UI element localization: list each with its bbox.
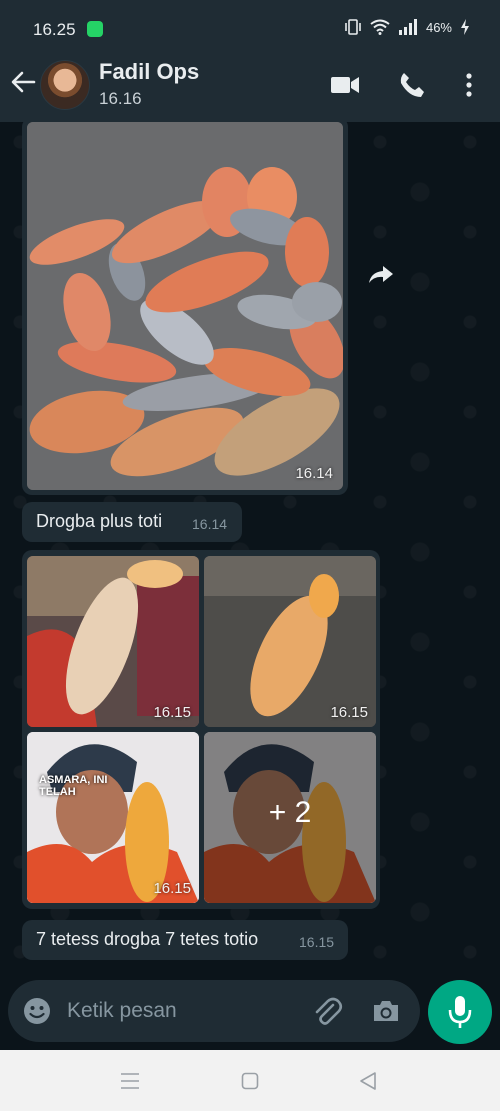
message-time: 16.15 [299, 934, 335, 950]
input-placeholder: Ketik pesan [67, 999, 177, 1022]
signal-icon [398, 19, 417, 35]
more-photos-count: + 2 [268, 796, 312, 829]
more-vert-icon[interactable] [454, 71, 484, 99]
vibrate-icon [345, 19, 361, 35]
wifi-icon [370, 19, 390, 35]
camera-icon[interactable] [371, 996, 401, 1026]
message-time: 16.14 [192, 516, 228, 532]
status-time: 16.25 [33, 20, 76, 39]
fish-photo-illustration [204, 556, 376, 727]
fish-photo-illustration [27, 556, 199, 727]
mic-icon [448, 996, 472, 1028]
message-input[interactable]: Ketik pesan [8, 980, 420, 1042]
emoji-icon[interactable] [22, 996, 52, 1026]
photo-overlay-text: ASMARA, INI TELAH [39, 774, 108, 798]
system-nav-bar [0, 1050, 500, 1111]
message-text: Drogba plus toti [36, 511, 163, 531]
status-bar: 16.25 46% [0, 0, 500, 55]
selfie-photo-illustration [27, 732, 199, 903]
charging-icon [461, 19, 469, 35]
contact-name[interactable]: Fadil Ops [99, 59, 199, 85]
text-message[interactable]: Drogba plus toti 16.14 [22, 502, 242, 542]
forward-icon[interactable] [367, 260, 395, 288]
video-call-icon[interactable] [330, 71, 360, 99]
fish-photo[interactable]: 16.14 [27, 122, 343, 490]
image-timestamp: 16.14 [295, 465, 333, 482]
contact-status: 16.16 [99, 89, 142, 108]
album-tile[interactable]: 16.15 [27, 556, 199, 727]
chat-header: Fadil Ops 16.16 [0, 55, 500, 122]
nav-back-icon[interactable] [358, 1071, 378, 1091]
composer-bar: Ketik pesan [0, 980, 500, 1050]
notification-app-icon [87, 21, 103, 37]
image-message[interactable]: 16.14 [22, 122, 348, 495]
album-tile[interactable]: 16.15 [204, 556, 376, 727]
battery-percent: 46% [425, 19, 452, 35]
album-tile-more[interactable]: + 2 [204, 732, 376, 903]
nav-home-icon[interactable] [241, 1072, 259, 1090]
chat-area[interactable]: 16.14 Drogba plus toti 16.14 16.15 16.15… [0, 122, 500, 980]
message-text: 7 tetess drogba 7 tetes totio [36, 929, 259, 949]
album-tile-timestamp: 16.15 [153, 880, 191, 897]
album-tile-timestamp: 16.15 [330, 704, 368, 721]
back-arrow-icon[interactable] [10, 69, 36, 95]
status-indicators: 46% [344, 19, 470, 35]
mic-button[interactable] [428, 980, 492, 1044]
text-message[interactable]: 7 tetess drogba 7 tetes totio 16.15 [22, 920, 348, 960]
album-tile[interactable]: ASMARA, INI TELAH 16.15 [27, 732, 199, 903]
album-tile-timestamp: 16.15 [153, 704, 191, 721]
nav-menu-icon[interactable] [120, 1072, 140, 1090]
attach-icon[interactable] [311, 995, 343, 1027]
fish-photo-illustration [27, 122, 343, 490]
avatar[interactable] [40, 60, 90, 110]
album-message[interactable]: 16.15 16.15 ASMARA, INI TELAH 16.15 + 2 [22, 550, 380, 909]
phone-icon[interactable] [397, 71, 427, 99]
